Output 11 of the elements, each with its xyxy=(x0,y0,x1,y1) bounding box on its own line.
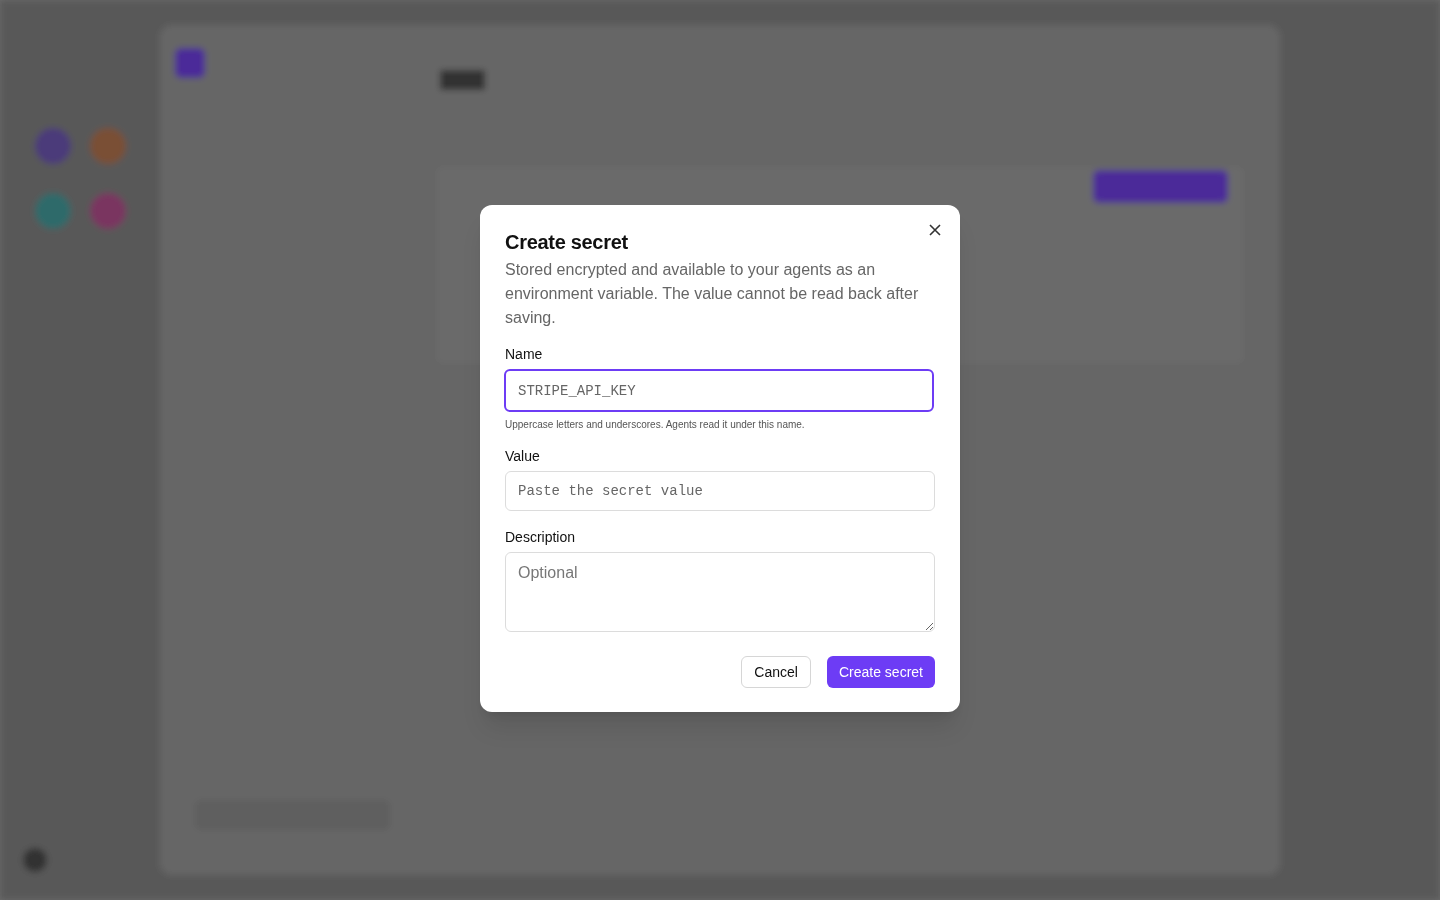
text-input-field[interactable]: STRIPE_API_KEY xyxy=(504,369,934,412)
dialog-description: Stored encrypted and available to your agents as an environment variable. The value cannot be read back after saving. xyxy=(505,260,920,328)
create-secret-button[interactable]: Create secret xyxy=(826,656,935,688)
field-label: Name xyxy=(505,345,544,364)
cancel-button[interactable]: Cancel xyxy=(741,656,811,688)
field-hint: Uppercase letters and underscores. Agents read it under this name. xyxy=(505,418,806,432)
field-label: Value xyxy=(505,447,541,466)
close-icon[interactable] xyxy=(928,223,942,237)
description-field[interactable]: Optional xyxy=(505,552,935,632)
dialog-title: Create secret xyxy=(505,230,629,255)
field-label: Description xyxy=(505,528,577,547)
